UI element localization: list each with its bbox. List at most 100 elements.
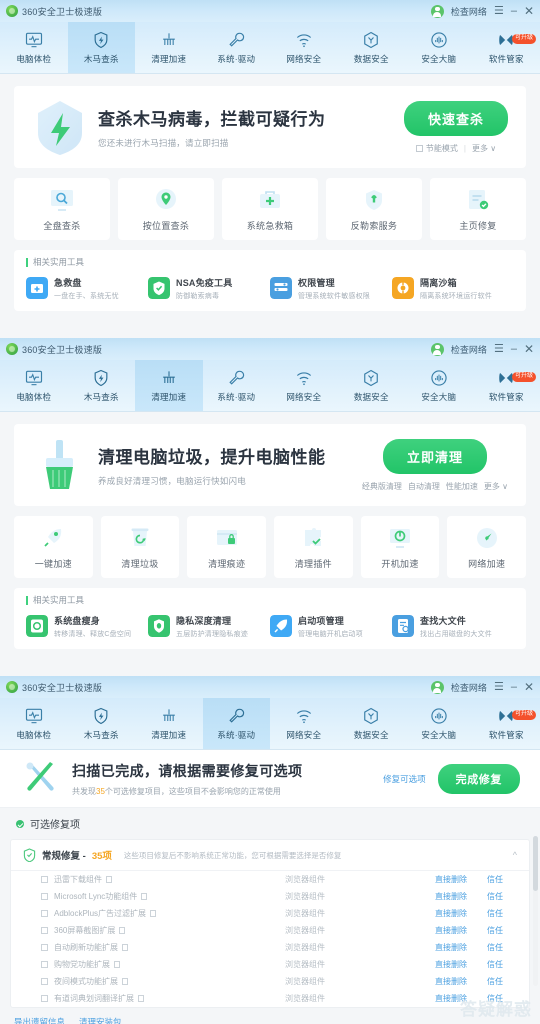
tool-rescue-disk[interactable]: 急救盘 一盘在手、系统无忧 — [26, 276, 148, 301]
tab-software-manager[interactable]: 可升级 软件管家 — [473, 22, 540, 73]
minimize-icon[interactable]: – — [511, 343, 517, 355]
tab-pc-checkup[interactable]: 电脑体检 — [0, 360, 68, 411]
table-row[interactable]: 360屏幕截图扩展 浏览器组件 直接删除 信任 — [11, 922, 529, 939]
tab-trojan-scan[interactable]: 木马查杀 — [68, 698, 136, 749]
card-network-speedup[interactable]: 网络加速 — [447, 516, 527, 578]
close-icon[interactable]: ✕ — [524, 5, 534, 17]
delete-link[interactable]: 直接删除 — [435, 942, 487, 953]
tool-system-disk-slim[interactable]: 系统盘瘦身 转移清理、释放C盘空间 — [26, 614, 148, 639]
card-homepage-repair[interactable]: 主页修复 — [430, 178, 526, 240]
row-checkbox[interactable] — [41, 944, 48, 951]
card-clean-plugins[interactable]: 清理插件 — [274, 516, 353, 578]
tab-network-security[interactable]: 网络安全 — [270, 22, 338, 73]
repair-optional-link[interactable]: 修复可选项 — [383, 773, 426, 785]
minimize-icon[interactable]: – — [511, 681, 517, 693]
trust-link[interactable]: 信任 — [487, 925, 515, 936]
tab-software-manager[interactable]: 可升级 软件管家 — [473, 698, 540, 749]
tool-privacy-deep-clean[interactable]: 隐私深度清理 五层防护清理隐私痕迹 — [148, 614, 270, 639]
clean-now-button[interactable]: 立即清理 — [382, 438, 487, 474]
trust-link[interactable]: 信任 — [487, 976, 515, 987]
tab-cleanup-speedup[interactable]: 清理加速 — [135, 22, 203, 73]
row-checkbox[interactable] — [41, 893, 48, 900]
tab-cleanup-speedup[interactable]: 清理加速 — [135, 360, 203, 411]
more-link[interactable]: 更多 ∨ — [472, 143, 496, 154]
delete-link[interactable]: 直接删除 — [435, 874, 487, 885]
card-one-key-speedup[interactable]: 一键加速 — [14, 516, 93, 578]
card-scan-by-location[interactable]: 按位置查杀 — [118, 178, 214, 240]
tool-sandbox[interactable]: 隔离沙箱 隔离系统环境运行软件 — [392, 276, 514, 301]
user-avatar-icon[interactable] — [430, 4, 444, 18]
hamburger-icon[interactable]: ☰ — [494, 681, 504, 693]
tab-system-driver[interactable]: 系统·驱动 — [203, 22, 271, 73]
tab-security-brain[interactable]: 安全大脑 — [405, 360, 473, 411]
row-checkbox[interactable] — [41, 927, 48, 934]
table-row[interactable]: 购物党功能扩展 浏览器组件 直接删除 信任 — [11, 956, 529, 973]
table-row[interactable]: 自动刷新功能扩展 浏览器组件 直接删除 信任 — [11, 939, 529, 956]
tab-system-driver[interactable]: 系统·驱动 — [202, 698, 270, 749]
row-checkbox[interactable] — [41, 978, 48, 985]
row-checkbox[interactable] — [41, 961, 48, 968]
user-avatar-icon[interactable] — [430, 680, 444, 694]
table-row[interactable]: 有道词典划词翻译扩展 浏览器组件 直接删除 信任 — [11, 990, 529, 1007]
tool-find-large-files[interactable]: 查找大文件 找出占用磁盘的大文件 — [392, 614, 514, 639]
finish-repair-button[interactable]: 完成修复 — [437, 763, 520, 794]
network-check-label[interactable]: 检查网络 — [451, 343, 487, 356]
tab-pc-checkup[interactable]: 电脑体检 — [0, 698, 68, 749]
delete-link[interactable]: 直接删除 — [435, 908, 487, 919]
tab-data-security[interactable]: 数据安全 — [338, 22, 406, 73]
trust-link[interactable]: 信任 — [487, 942, 515, 953]
minimize-icon[interactable]: – — [511, 5, 517, 17]
chevron-up-icon[interactable]: ^ — [513, 850, 517, 860]
scrollbar-thumb[interactable] — [533, 836, 538, 891]
trust-link[interactable]: 信任 — [487, 908, 515, 919]
tool-nsa-immunity[interactable]: NSA免疫工具 防御勒索病毒 — [148, 276, 270, 301]
close-icon[interactable]: ✕ — [524, 343, 534, 355]
delete-link[interactable]: 直接删除 — [435, 959, 487, 970]
card-anti-ransom-service[interactable]: 反勒索服务 — [326, 178, 422, 240]
auto-clean-link[interactable]: 自动清理 — [408, 481, 440, 492]
row-checkbox[interactable] — [41, 995, 48, 1002]
tab-data-security[interactable]: 数据安全 — [338, 698, 406, 749]
export-residual-info-link[interactable]: 导出遗留信息 — [14, 1016, 65, 1024]
trust-link[interactable]: 信任 — [487, 891, 515, 902]
delete-link[interactable]: 直接删除 — [435, 925, 487, 936]
more-link[interactable]: 更多 ∨ — [484, 481, 508, 492]
clean-installers-link[interactable]: 清理安装包 — [79, 1016, 122, 1024]
hamburger-icon[interactable]: ☰ — [494, 343, 504, 355]
tab-network-security[interactable]: 网络安全 — [270, 698, 338, 749]
panel-header[interactable]: 常规修复 - 35项 这些项目修复后不影响系统正常功能，您可根据需要选择是否修复… — [11, 840, 529, 871]
tab-trojan-scan[interactable]: 木马查杀 — [67, 22, 135, 73]
tab-system-driver[interactable]: 系统·驱动 — [203, 360, 271, 411]
tool-permission-manager[interactable]: 权限管理 管理系统软件敏感权限 — [270, 276, 392, 301]
classic-clean-link[interactable]: 经典版清理 — [362, 481, 402, 492]
tab-security-brain[interactable]: 安全大脑 — [405, 698, 473, 749]
tab-trojan-scan[interactable]: 木马查杀 — [68, 360, 136, 411]
table-row[interactable]: 迅雷下载组件 浏览器组件 直接删除 信任 — [11, 871, 529, 888]
row-checkbox[interactable] — [41, 910, 48, 917]
perf-speedup-link[interactable]: 性能加速 — [446, 481, 478, 492]
close-icon[interactable]: ✕ — [524, 681, 534, 693]
table-row[interactable]: 夜间模式功能扩展 浏览器组件 直接删除 信任 — [11, 973, 529, 990]
delete-link[interactable]: 直接删除 — [435, 976, 487, 987]
tab-security-brain[interactable]: 安全大脑 — [405, 22, 473, 73]
vertical-scrollbar[interactable] — [533, 836, 538, 986]
tab-data-security[interactable]: 数据安全 — [338, 360, 406, 411]
card-boot-speedup[interactable]: 开机加速 — [360, 516, 440, 578]
tool-startup-manager[interactable]: 启动项管理 管理电脑开机启动项 — [270, 614, 392, 639]
card-system-rescue-kit[interactable]: 系统急救箱 — [222, 178, 318, 240]
tab-network-security[interactable]: 网络安全 — [270, 360, 338, 411]
tab-software-manager[interactable]: 可升级 软件管家 — [473, 360, 540, 411]
row-checkbox[interactable] — [41, 876, 48, 883]
hamburger-icon[interactable]: ☰ — [494, 5, 504, 17]
tab-cleanup-speedup[interactable]: 清理加速 — [135, 698, 203, 749]
card-clean-traces[interactable]: 清理痕迹 — [187, 516, 267, 578]
table-row[interactable]: Microsoft Lync功能组件 浏览器组件 直接删除 信任 — [11, 888, 529, 905]
tab-pc-checkup[interactable]: 电脑体检 — [0, 22, 68, 73]
quick-scan-button[interactable]: 快速查杀 — [403, 100, 508, 136]
card-clean-junk[interactable]: 清理垃圾 — [100, 516, 180, 578]
trust-link[interactable]: 信任 — [487, 874, 515, 885]
delete-link[interactable]: 直接删除 — [435, 891, 487, 902]
user-avatar-icon[interactable] — [430, 342, 444, 356]
trust-link[interactable]: 信任 — [487, 959, 515, 970]
table-row[interactable]: AdblockPlus广告过滤扩展 浏览器组件 直接删除 信任 — [11, 905, 529, 922]
